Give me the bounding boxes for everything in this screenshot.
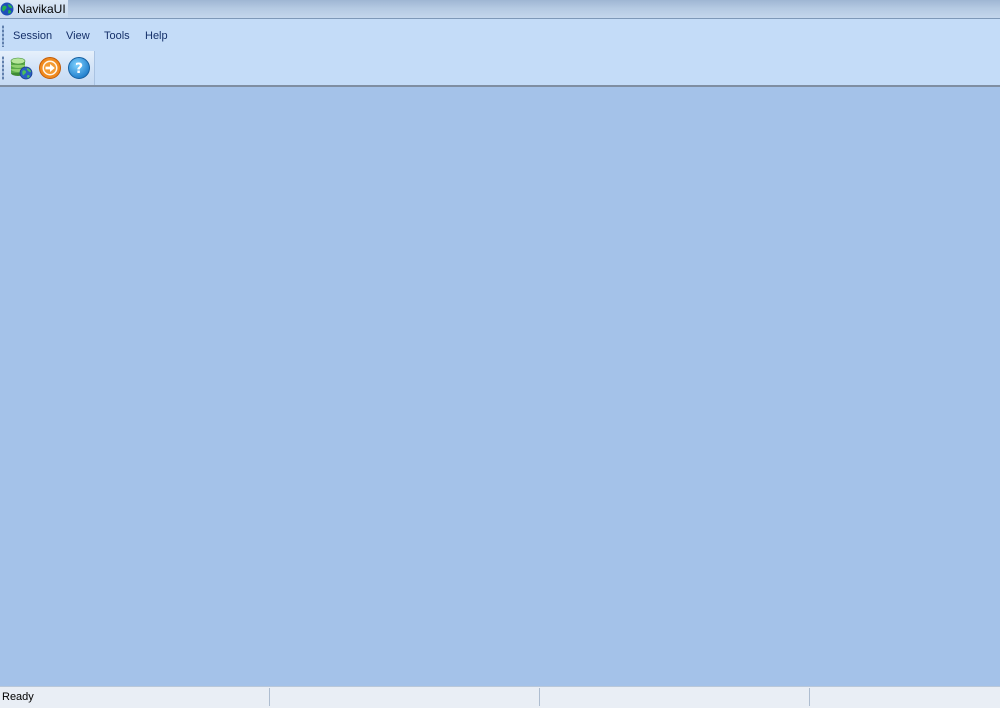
- toolbar-row: ?: [0, 51, 1000, 87]
- menu-tools[interactable]: Tools: [104, 29, 130, 43]
- title-bar: NavikaUI: [0, 0, 1000, 19]
- menu-session[interactable]: Session: [13, 29, 52, 43]
- app-globe-icon: [0, 2, 14, 16]
- toolbar: ?: [0, 51, 95, 85]
- menu-grip[interactable]: [2, 25, 4, 47]
- status-panel-2: [270, 688, 540, 706]
- status-bar: Ready: [0, 686, 1000, 708]
- main-window: NavikaUI Session View Tools Help ? Ready: [0, 0, 1000, 708]
- mdi-client-area[interactable]: [0, 87, 1000, 686]
- menu-help[interactable]: Help: [145, 29, 168, 43]
- status-panel-3: [540, 688, 810, 706]
- window-title: NavikaUI: [17, 2, 66, 16]
- toolbar-grip[interactable]: [2, 56, 4, 80]
- svg-text:?: ?: [75, 61, 83, 77]
- help-button[interactable]: ?: [67, 56, 91, 80]
- menu-view[interactable]: View: [66, 29, 90, 43]
- database-globe-icon: [10, 57, 33, 80]
- menu-bar: Session View Tools Help: [0, 19, 1000, 51]
- help-icon: ?: [68, 57, 90, 79]
- connect-button[interactable]: [9, 56, 33, 80]
- status-panel-4: [810, 688, 1000, 706]
- exit-arrow-icon: [39, 57, 61, 79]
- status-panel-ready: Ready: [0, 688, 270, 706]
- exit-button[interactable]: [38, 56, 62, 80]
